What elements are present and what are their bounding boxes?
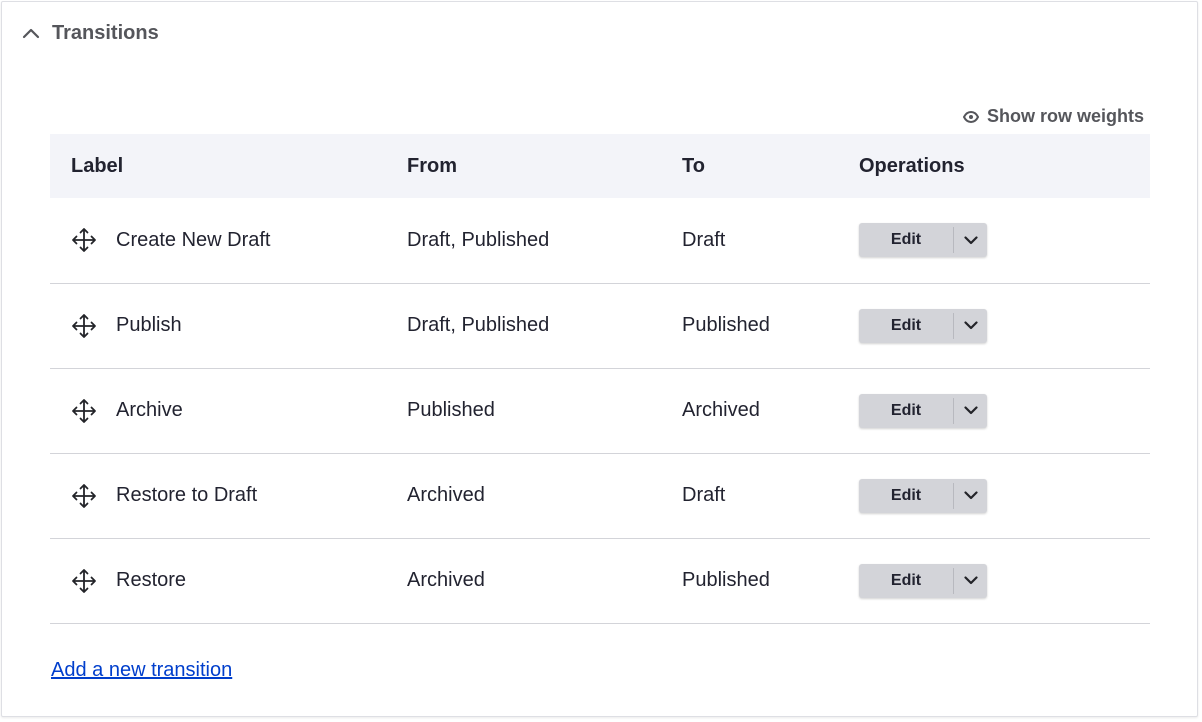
chevron-down-icon — [963, 321, 978, 330]
header-to: To — [682, 154, 705, 177]
chevron-up-icon — [22, 28, 40, 38]
transition-label: Publish — [116, 314, 182, 336]
transition-label: Restore — [116, 569, 187, 591]
transition-label: Archive — [116, 399, 183, 421]
eye-icon — [962, 110, 979, 123]
chevron-down-icon — [963, 406, 978, 415]
operations-dropbutton: Edit — [859, 478, 987, 513]
show-row-weights-button[interactable]: Show row weights — [962, 106, 1144, 127]
add-transition-link[interactable]: Add a new transition — [51, 659, 232, 682]
transition-to: Published — [682, 569, 770, 591]
table-row: Publish Draft, Published Published Edit — [50, 283, 1150, 368]
edit-button[interactable]: Edit — [859, 223, 953, 257]
table-header-row: Label From To Operations — [50, 134, 1150, 198]
edit-button[interactable]: Edit — [859, 394, 953, 428]
edit-button[interactable]: Edit — [859, 479, 953, 513]
transition-to: Draft — [682, 484, 726, 506]
operations-dropbutton: Edit — [859, 393, 987, 428]
edit-button[interactable]: Edit — [859, 309, 953, 343]
dropbutton-toggle[interactable] — [954, 223, 987, 257]
dropbutton-toggle[interactable] — [954, 564, 987, 598]
drag-handle-icon[interactable] — [71, 227, 97, 253]
operations-dropbutton: Edit — [859, 563, 987, 598]
dropbutton-toggle[interactable] — [954, 479, 987, 513]
transitions-table: Label From To Operations Create New Draf… — [50, 134, 1150, 624]
show-row-weights-label: Show row weights — [986, 106, 1144, 126]
transition-from: Archived — [407, 569, 485, 591]
table-row: Create New Draft Draft, Published Draft … — [50, 198, 1150, 283]
drag-handle-icon[interactable] — [71, 313, 97, 339]
transition-from: Published — [407, 399, 495, 421]
chevron-down-icon — [963, 576, 978, 585]
table-row: Restore Archived Published Edit — [50, 538, 1150, 623]
drag-handle-icon[interactable] — [71, 398, 97, 424]
transition-from: Draft, Published — [407, 314, 550, 336]
table-row: Archive Published Archived Edit — [50, 368, 1150, 453]
transition-to: Draft — [682, 228, 726, 251]
transition-label: Create New Draft — [116, 228, 271, 251]
section-toggle[interactable]: Transitions — [20, 22, 159, 45]
dropbutton-toggle[interactable] — [954, 394, 987, 428]
header-operations: Operations — [859, 154, 965, 177]
section-title: Transitions — [52, 22, 159, 44]
chevron-down-icon — [963, 491, 978, 500]
drag-handle-icon[interactable] — [71, 483, 97, 509]
transition-to: Published — [682, 314, 770, 336]
operations-dropbutton: Edit — [859, 308, 987, 343]
header-from: From — [407, 154, 457, 177]
drag-handle-icon[interactable] — [71, 568, 97, 594]
transition-from: Archived — [407, 484, 485, 506]
table-row: Restore to Draft Archived Draft Edit — [50, 453, 1150, 538]
header-label: Label — [71, 154, 124, 177]
operations-dropbutton: Edit — [859, 223, 987, 258]
chevron-down-icon — [963, 236, 978, 244]
transition-from: Draft, Published — [407, 228, 550, 251]
transition-label: Restore to Draft — [116, 484, 258, 506]
edit-button[interactable]: Edit — [859, 564, 953, 598]
dropbutton-toggle[interactable] — [954, 309, 987, 343]
transition-to: Archived — [682, 399, 760, 421]
